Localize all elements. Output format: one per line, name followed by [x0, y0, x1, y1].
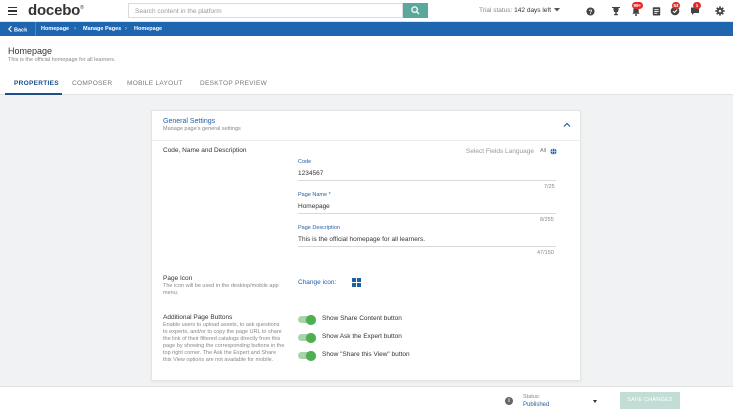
- section-code-name-description: Code, Name and Description: [163, 147, 247, 154]
- breadcrumb-separator-icon: ›: [74, 25, 76, 32]
- share-view-toggle[interactable]: [298, 350, 316, 361]
- code-field-underline: [298, 180, 556, 181]
- search-input[interactable]: Search content in the platform: [128, 3, 403, 18]
- card-subtitle: Manage page's general settings: [163, 126, 241, 132]
- svg-text:?: ?: [588, 8, 592, 15]
- chevron-up-icon[interactable]: [563, 121, 571, 129]
- code-char-count: 7/25: [544, 184, 555, 190]
- search-button[interactable]: [403, 3, 428, 18]
- card-title: General Settings: [163, 118, 216, 125]
- page-header: Homepage This is the official homepage f…: [0, 36, 733, 95]
- caret-down-icon[interactable]: [593, 400, 597, 403]
- ask-expert-toggle[interactable]: [298, 332, 316, 343]
- page-name-label: Page Name *: [298, 192, 331, 198]
- page-description-underline: [298, 246, 556, 247]
- chevron-down-icon: [553, 8, 560, 12]
- back-button[interactable]: Back: [8, 25, 27, 34]
- info-icon[interactable]: i: [505, 397, 513, 405]
- page-name-field[interactable]: Homepage: [298, 203, 330, 210]
- breadcrumb-divider: [35, 22, 36, 36]
- breadcrumb-manage-pages[interactable]: Manage Pages: [83, 26, 121, 32]
- page-subtitle: This is the official homepage for all le…: [8, 57, 116, 63]
- page-title: Homepage: [8, 46, 53, 56]
- footer-bar: i Status: Published SAVE CHANGES: [0, 386, 733, 412]
- search-icon: [411, 6, 420, 15]
- messages-badge: 53: [672, 2, 681, 9]
- page-description-label: Page Description: [298, 225, 340, 231]
- tab-composer[interactable]: COMPOSER: [72, 80, 112, 87]
- share-content-toggle-label: Show Share Content button: [322, 315, 402, 322]
- page-name-char-count: 8/255: [540, 217, 554, 223]
- trophy-icon[interactable]: [610, 5, 622, 17]
- dashboard-grid-icon[interactable]: [352, 278, 361, 287]
- share-content-toggle[interactable]: [298, 314, 316, 325]
- breadcrumb: Back Homepage › Manage Pages › Homepage: [0, 22, 733, 36]
- help-icon[interactable]: ?: [584, 5, 596, 17]
- card-divider: [152, 140, 582, 141]
- tab-properties[interactable]: PROPERTIES: [14, 80, 59, 87]
- additional-page-buttons-description: Enable users to upload assets, to ask qu…: [163, 322, 285, 363]
- hamburger-menu-icon[interactable]: [8, 7, 17, 15]
- page-icon-label: Page Icon: [163, 275, 193, 282]
- chevron-left-icon: [8, 25, 12, 33]
- tab-desktop-preview[interactable]: DESKTOP PREVIEW: [200, 80, 267, 87]
- status-value[interactable]: Published: [523, 402, 549, 408]
- breadcrumb-current: Homepage: [134, 26, 163, 32]
- ask-expert-toggle-label: Show Ask the Expert button: [322, 333, 402, 340]
- status-label: Status:: [523, 394, 541, 400]
- page-icon-description: The icon will be used in the desktop/mob…: [163, 283, 279, 296]
- select-fields-language[interactable]: Select Fields Language: [466, 148, 534, 155]
- notifications-badge: 99+: [632, 2, 643, 9]
- settings-gear-icon[interactable]: [714, 5, 726, 17]
- additional-page-buttons-label: Additional Page Buttons: [163, 314, 233, 321]
- active-tab-indicator: [5, 93, 62, 95]
- code-field-label: Code: [298, 159, 312, 165]
- change-icon-link[interactable]: Change icon:: [298, 279, 336, 286]
- general-settings-card: General Settings Manage page's general s…: [151, 110, 582, 381]
- breadcrumb-homepage[interactable]: Homepage: [41, 26, 69, 32]
- clipboard-icon[interactable]: [650, 5, 662, 17]
- page-description-char-count: 47/150: [537, 250, 554, 256]
- trial-status[interactable]: Trial status: 142 days left: [479, 7, 560, 14]
- chat-badge: 1: [693, 2, 701, 9]
- save-changes-button[interactable]: SAVE CHANGES: [620, 392, 680, 409]
- tab-mobile-layout[interactable]: MOBILE LAYOUT: [127, 80, 183, 87]
- top-bar: docebo® Search content in the platform T…: [0, 0, 733, 22]
- docebo-logo[interactable]: docebo®: [28, 2, 84, 19]
- language-value[interactable]: All: [540, 148, 546, 154]
- share-view-toggle-label: Show "Share this View" button: [322, 351, 410, 358]
- globe-icon[interactable]: [550, 148, 557, 155]
- page-name-underline: [298, 213, 556, 214]
- page-description-field[interactable]: This is the official homepage for all le…: [298, 236, 425, 243]
- code-field[interactable]: 1234567: [298, 170, 323, 177]
- breadcrumb-separator-icon: ›: [125, 25, 127, 32]
